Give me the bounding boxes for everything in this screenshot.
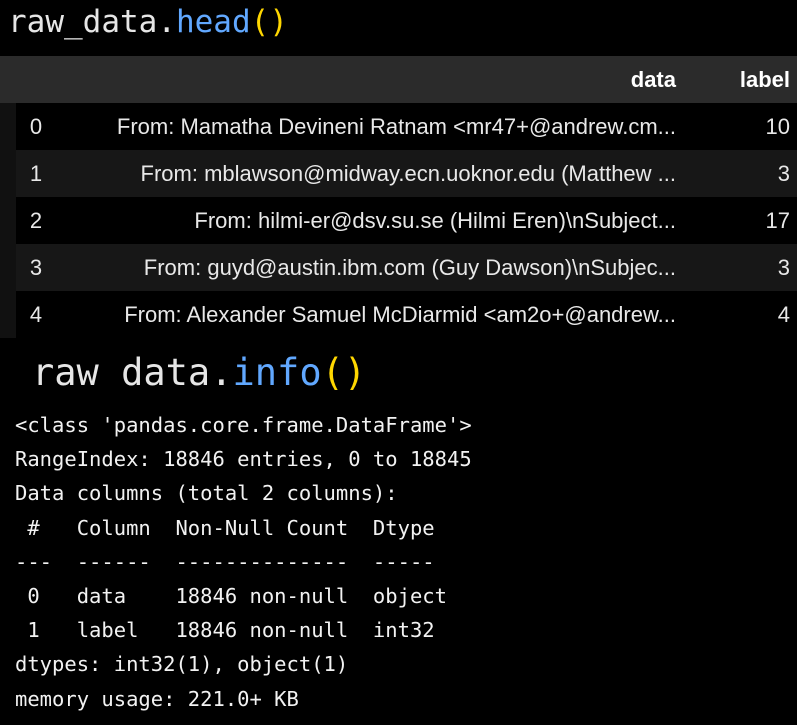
info-output: <class 'pandas.core.frame.DataFrame'> Ra… (0, 392, 797, 725)
info-line: <class 'pandas.core.frame.DataFrame'> (15, 413, 472, 437)
column-header-data: data (630, 66, 676, 92)
dataframe-table: data label 0 From: Mamatha Devineni Ratn… (0, 56, 797, 338)
row-index: 0 (29, 113, 43, 139)
table-row: 3 From: guyd@austin.ibm.com (Guy Dawson)… (0, 244, 797, 291)
table-row: 4 From: Alexander Samuel McDiarmid <am2o… (0, 291, 797, 338)
row-index: 3 (29, 254, 43, 280)
table-row: 0 From: Mamatha Devineni Ratnam <mr47+@a… (0, 103, 797, 150)
code-dot: . (210, 351, 233, 394)
cell-label: 3 (777, 160, 790, 186)
info-output-text: <class 'pandas.core.frame.DataFrame'> Ra… (0, 392, 797, 716)
row-gutter (0, 103, 16, 150)
info-line: dtypes: int32(1), object(1) (15, 652, 349, 677)
cell-label: 4 (777, 301, 790, 327)
cell-data: From: Alexander Samuel McDiarmid <am2o+@… (56, 291, 698, 338)
header-gutter (0, 56, 16, 103)
cell-label: 17 (765, 207, 790, 233)
info-line: RangeIndex: 18846 entries, 0 to 18845 (15, 447, 472, 472)
row-index: 2 (29, 207, 43, 233)
info-line: memory usage: 221.0+ KB (15, 686, 299, 711)
cell-data-text: From: Alexander Samuel McDiarmid <am2o+@… (124, 302, 676, 328)
row-gutter (0, 244, 16, 291)
cell-data: From: Mamatha Devineni Ratnam <mr47+@and… (56, 103, 698, 150)
code-cell-info[interactable]: raw_data.info() (32, 350, 366, 396)
index-header (16, 56, 56, 103)
cell-data-text: From: Mamatha Devineni Ratnam <mr47+@and… (116, 114, 676, 140)
cell-data-text: From: hilmi-er@dsv.su.se (Hilmi Eren)\nS… (194, 208, 676, 234)
cell-label: 3 (777, 254, 790, 280)
table-row: 1 From: mblawson@midway.ecn.uoknor.edu (… (0, 150, 797, 197)
table-row: 2 From: hilmi-er@dsv.su.se (Hilmi Eren)\… (0, 197, 797, 244)
code-method: info (232, 351, 322, 394)
row-gutter (0, 197, 16, 244)
cell-data: From: hilmi-er@dsv.su.se (Hilmi Eren)\nS… (56, 197, 698, 244)
cell-data-text: From: mblawson@midway.ecn.uoknor.edu (Ma… (140, 161, 676, 187)
info-line: 0 data 18846 non-null object (15, 584, 447, 609)
row-gutter (0, 150, 16, 197)
code-variable: raw_data (8, 4, 158, 40)
code-method: head (175, 4, 251, 40)
info-line: Data columns (total 2 columns): (15, 481, 398, 506)
cell-data-text: From: guyd@austin.ibm.com (Guy Dawson)\n… (143, 255, 676, 281)
code-parens: () (321, 351, 367, 394)
column-header-label: label (739, 66, 790, 92)
code-variable: raw_data (32, 351, 211, 394)
cell-data: From: guyd@austin.ibm.com (Guy Dawson)\n… (56, 244, 698, 291)
cell-data: From: mblawson@midway.ecn.uoknor.edu (Ma… (56, 150, 698, 197)
table-header-row: data label (0, 56, 797, 103)
code-cell-head[interactable]: raw_data.head() (8, 0, 288, 44)
cell-label: 10 (765, 113, 790, 139)
row-index: 4 (29, 301, 43, 327)
info-line: # Column Non-Null Count Dtype (15, 515, 447, 540)
code-parens: () (250, 4, 288, 40)
row-index: 1 (29, 160, 43, 186)
row-gutter (0, 291, 16, 338)
info-line: 1 label 18846 non-null int32 (15, 618, 447, 643)
info-line: --- ------ -------------- ----- (15, 549, 447, 574)
code-dot: . (157, 4, 176, 40)
